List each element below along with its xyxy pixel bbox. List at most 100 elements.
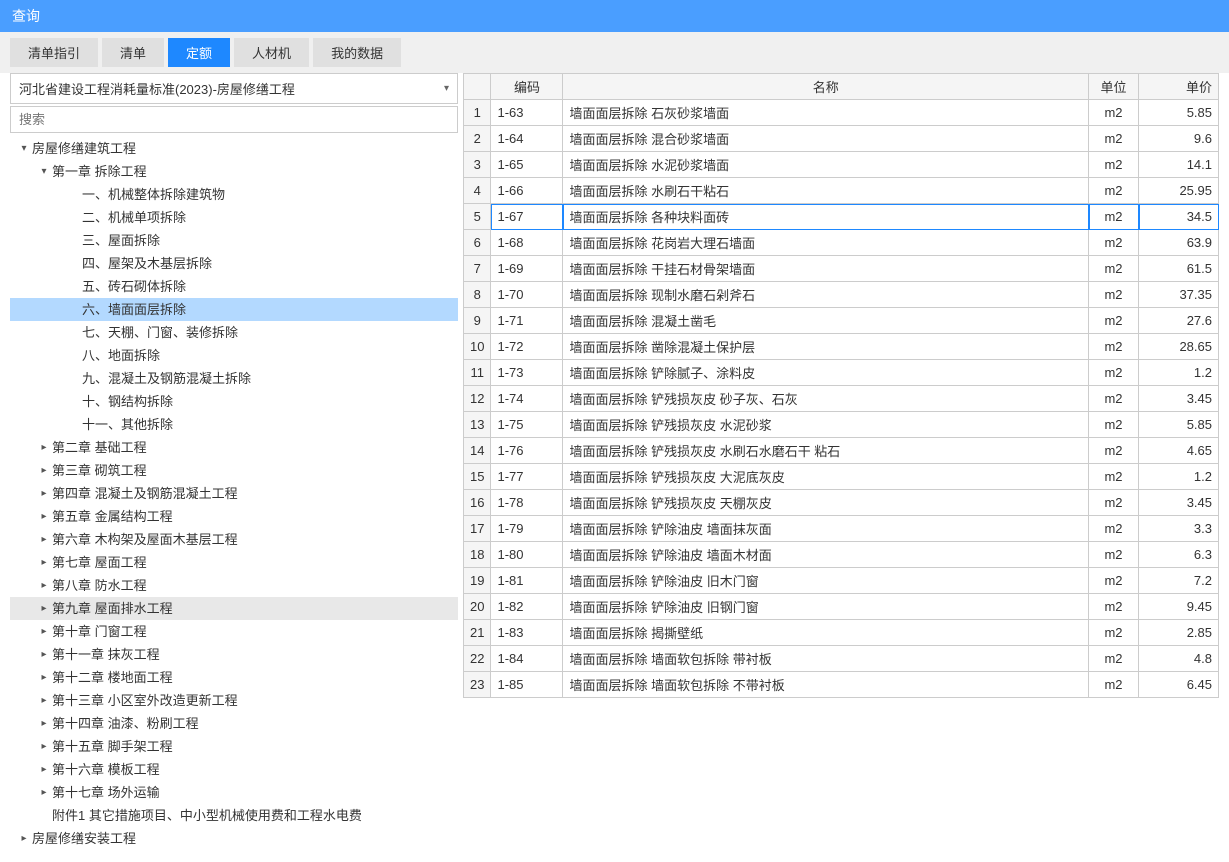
row-index[interactable]: 17 <box>464 516 491 542</box>
tree-item[interactable]: ▸第三章 砌筑工程 <box>10 459 458 482</box>
standard-dropdown[interactable]: 河北省建设工程消耗量标准(2023)-房屋修缮工程 ▾ <box>10 73 458 104</box>
cell-name[interactable]: 墙面面层拆除 铲除腻子、涂料皮 <box>563 360 1089 386</box>
table-row[interactable]: 31-65墙面面层拆除 水泥砂浆墙面m214.1 <box>464 152 1219 178</box>
cell-price[interactable]: 27.6 <box>1139 308 1219 334</box>
expand-icon[interactable]: ▸ <box>38 622 50 641</box>
cell-code[interactable]: 1-72 <box>491 334 563 360</box>
cell-price[interactable]: 4.8 <box>1139 646 1219 672</box>
cell-code[interactable]: 1-70 <box>491 282 563 308</box>
cell-code[interactable]: 1-66 <box>491 178 563 204</box>
cell-code[interactable]: 1-74 <box>491 386 563 412</box>
cell-name[interactable]: 墙面面层拆除 铲残损灰皮 砂子灰、石灰 <box>563 386 1089 412</box>
tree-item[interactable]: 九、混凝土及钢筋混凝土拆除 <box>10 367 458 390</box>
cell-price[interactable]: 2.85 <box>1139 620 1219 646</box>
cell-unit[interactable]: m2 <box>1089 386 1139 412</box>
row-index[interactable]: 5 <box>464 204 491 230</box>
expand-icon[interactable]: ▸ <box>38 645 50 664</box>
cell-code[interactable]: 1-80 <box>491 542 563 568</box>
header-unit[interactable]: 单位 <box>1089 74 1139 100</box>
cell-code[interactable]: 1-71 <box>491 308 563 334</box>
cell-unit[interactable]: m2 <box>1089 620 1139 646</box>
tree-item[interactable]: ▾第一章 拆除工程 <box>10 160 458 183</box>
cell-name[interactable]: 墙面面层拆除 墙面软包拆除 不带衬板 <box>563 672 1089 698</box>
cell-unit[interactable]: m2 <box>1089 100 1139 126</box>
table-row[interactable]: 151-77墙面面层拆除 铲残损灰皮 大泥底灰皮m21.2 <box>464 464 1219 490</box>
table-row[interactable]: 61-68墙面面层拆除 花岗岩大理石墙面m263.9 <box>464 230 1219 256</box>
cell-unit[interactable]: m2 <box>1089 490 1139 516</box>
table-row[interactable]: 71-69墙面面层拆除 干挂石材骨架墙面m261.5 <box>464 256 1219 282</box>
tree-item[interactable]: ▸第二章 基础工程 <box>10 436 458 459</box>
cell-price[interactable]: 34.5 <box>1139 204 1219 230</box>
table-row[interactable]: 211-83墙面面层拆除 揭撕壁纸m22.85 <box>464 620 1219 646</box>
cell-name[interactable]: 墙面面层拆除 干挂石材骨架墙面 <box>563 256 1089 282</box>
table-row[interactable]: 81-70墙面面层拆除 现制水磨石剁斧石m237.35 <box>464 282 1219 308</box>
tree-item[interactable]: 三、屋面拆除 <box>10 229 458 252</box>
table-row[interactable]: 11-63墙面面层拆除 石灰砂浆墙面m25.85 <box>464 100 1219 126</box>
cell-code[interactable]: 1-79 <box>491 516 563 542</box>
cell-price[interactable]: 25.95 <box>1139 178 1219 204</box>
cell-code[interactable]: 1-73 <box>491 360 563 386</box>
row-index[interactable]: 2 <box>464 126 491 152</box>
cell-code[interactable]: 1-65 <box>491 152 563 178</box>
tab-我的数据[interactable]: 我的数据 <box>313 38 401 67</box>
table-row[interactable]: 131-75墙面面层拆除 铲残损灰皮 水泥砂浆m25.85 <box>464 412 1219 438</box>
cell-price[interactable]: 5.85 <box>1139 412 1219 438</box>
tree-item[interactable]: ▸第十四章 油漆、粉刷工程 <box>10 712 458 735</box>
cell-price[interactable]: 1.2 <box>1139 360 1219 386</box>
row-index[interactable]: 11 <box>464 360 491 386</box>
cell-name[interactable]: 墙面面层拆除 铲除油皮 墙面木材面 <box>563 542 1089 568</box>
expand-icon[interactable]: ▸ <box>38 760 50 779</box>
cell-unit[interactable]: m2 <box>1089 542 1139 568</box>
cell-price[interactable]: 28.65 <box>1139 334 1219 360</box>
cell-price[interactable]: 14.1 <box>1139 152 1219 178</box>
expand-icon[interactable]: ▸ <box>38 668 50 687</box>
cell-name[interactable]: 墙面面层拆除 铲残损灰皮 天棚灰皮 <box>563 490 1089 516</box>
cell-unit[interactable]: m2 <box>1089 412 1139 438</box>
tree-item[interactable]: 十、钢结构拆除 <box>10 390 458 413</box>
row-index[interactable]: 15 <box>464 464 491 490</box>
cell-price[interactable]: 61.5 <box>1139 256 1219 282</box>
collapse-icon[interactable]: ▾ <box>38 162 50 181</box>
table-row[interactable]: 91-71墙面面层拆除 混凝土凿毛m227.6 <box>464 308 1219 334</box>
cell-name[interactable]: 墙面面层拆除 铲残损灰皮 水泥砂浆 <box>563 412 1089 438</box>
cell-price[interactable]: 37.35 <box>1139 282 1219 308</box>
table-row[interactable]: 121-74墙面面层拆除 铲残损灰皮 砂子灰、石灰m23.45 <box>464 386 1219 412</box>
row-index[interactable]: 14 <box>464 438 491 464</box>
tree-item[interactable]: ▸第十七章 场外运输 <box>10 781 458 804</box>
table-row[interactable]: 21-64墙面面层拆除 混合砂浆墙面m29.6 <box>464 126 1219 152</box>
cell-price[interactable]: 63.9 <box>1139 230 1219 256</box>
cell-unit[interactable]: m2 <box>1089 464 1139 490</box>
expand-icon[interactable]: ▸ <box>38 438 50 457</box>
cell-unit[interactable]: m2 <box>1089 334 1139 360</box>
cell-code[interactable]: 1-85 <box>491 672 563 698</box>
cell-name[interactable]: 墙面面层拆除 凿除混凝土保护层 <box>563 334 1089 360</box>
tree-item[interactable]: 六、墙面面层拆除 <box>10 298 458 321</box>
tree-item[interactable]: ▸第七章 屋面工程 <box>10 551 458 574</box>
tree-item[interactable]: ▸第十章 门窗工程 <box>10 620 458 643</box>
cell-price[interactable]: 3.3 <box>1139 516 1219 542</box>
cell-name[interactable]: 墙面面层拆除 水刷石干粘石 <box>563 178 1089 204</box>
tree-item[interactable]: ▸第六章 木构架及屋面木基层工程 <box>10 528 458 551</box>
tree-item[interactable]: 八、地面拆除 <box>10 344 458 367</box>
tree-item[interactable]: ▸第十三章 小区室外改造更新工程 <box>10 689 458 712</box>
tree-item[interactable]: 二、机械单项拆除 <box>10 206 458 229</box>
expand-icon[interactable]: ▸ <box>38 783 50 802</box>
cell-name[interactable]: 墙面面层拆除 墙面软包拆除 带衬板 <box>563 646 1089 672</box>
header-name[interactable]: 名称 <box>563 74 1089 100</box>
tree-item[interactable]: ▾房屋修缮建筑工程 <box>10 137 458 160</box>
cell-price[interactable]: 3.45 <box>1139 386 1219 412</box>
row-index[interactable]: 1 <box>464 100 491 126</box>
table-row[interactable]: 41-66墙面面层拆除 水刷石干粘石m225.95 <box>464 178 1219 204</box>
cell-name[interactable]: 墙面面层拆除 铲除油皮 旧木门窗 <box>563 568 1089 594</box>
row-index[interactable]: 20 <box>464 594 491 620</box>
tab-定额[interactable]: 定额 <box>168 38 230 67</box>
cell-name[interactable]: 墙面面层拆除 铲残损灰皮 水刷石水磨石干 粘石 <box>563 438 1089 464</box>
expand-icon[interactable]: ▸ <box>38 737 50 756</box>
row-index[interactable]: 8 <box>464 282 491 308</box>
cell-name[interactable]: 墙面面层拆除 铲除油皮 旧钢门窗 <box>563 594 1089 620</box>
collapse-icon[interactable]: ▾ <box>18 139 30 158</box>
cell-code[interactable]: 1-84 <box>491 646 563 672</box>
tree-item[interactable]: 十一、其他拆除 <box>10 413 458 436</box>
cell-unit[interactable]: m2 <box>1089 308 1139 334</box>
cell-code[interactable]: 1-77 <box>491 464 563 490</box>
